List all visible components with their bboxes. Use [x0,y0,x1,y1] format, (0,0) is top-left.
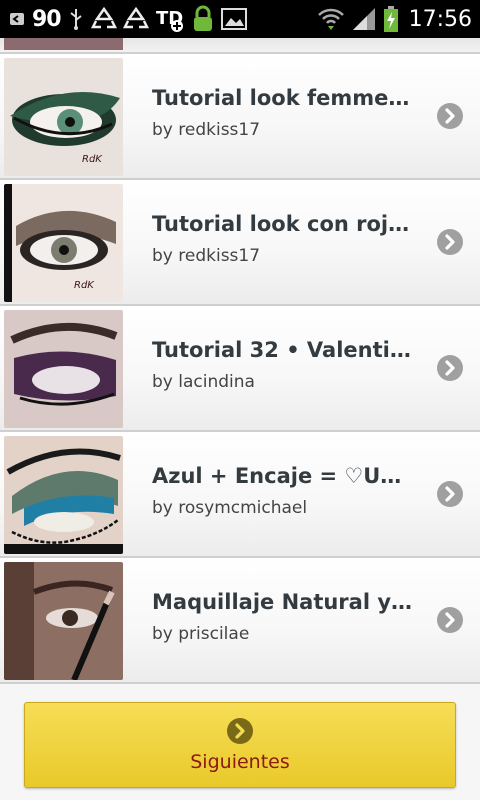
chevron-right-icon[interactable] [436,606,464,634]
td-plus-icon: TD [155,0,185,38]
lock-icon [191,0,215,38]
video-title: Tutorial look femme fatale [152,86,416,110]
svg-text:RdK: RdK [74,280,95,291]
video-thumbnail [4,38,123,50]
usb-icon [67,0,85,38]
chevron-right-icon[interactable] [436,354,464,382]
next-page-label: Siguientes [190,751,290,773]
video-thumbnail [4,562,123,680]
video-author: by priscilae [152,624,250,644]
chevron-right-icon[interactable] [436,102,464,130]
signal-icon [351,0,377,38]
level-indicator: 90 [32,6,62,32]
list-item[interactable]: RdK Tutorial look con rojizo by redkiss1… [0,180,480,306]
next-page-button[interactable]: Siguientes [24,702,456,788]
image-icon [220,0,247,38]
notification-icons: 90 TD [0,0,247,38]
video-title: Azul + Encaje = ♡Un toque [152,464,416,488]
chevron-right-icon[interactable] [436,480,464,508]
battery-charging-icon [383,0,399,38]
video-author: by redkiss17 [152,120,261,140]
video-author: by lacindina [152,372,255,392]
wifi-icon [317,0,345,38]
video-author: by rosymcmichael [152,498,308,518]
list-item[interactable]: Tutorial 32 • Valentine's Day by lacindi… [0,306,480,432]
chevron-right-icon [226,717,254,745]
clock: 17:56 [408,6,472,32]
video-author: by redkiss17 [152,246,261,266]
video-list: RdK Tutorial look femme fatale by redkis… [0,38,480,684]
list-item[interactable]: Azul + Encaje = ♡Un toque by rosymcmicha… [0,432,480,558]
chevron-right-icon[interactable] [436,228,464,256]
video-title: Tutorial look con rojizo [152,212,416,236]
list-item[interactable]: Maquillaje Natural y sencillo by priscil… [0,558,480,684]
recycle-icon [122,0,149,38]
status-bar: 90 TD 17:56 [0,0,480,38]
video-title: Tutorial 32 • Valentine's Day [152,338,416,362]
video-thumbnail: RdK [4,184,123,302]
system-icons: 17:56 [317,0,480,38]
video-thumbnail: RdK [4,58,123,176]
back-icon [8,0,26,38]
video-title: Maquillaje Natural y sencillo [152,590,416,614]
video-thumbnail [4,310,123,428]
svg-text:RdK: RdK [82,154,103,165]
pagination-area: Siguientes [0,684,480,800]
recycle-icon [90,0,117,38]
list-item[interactable]: RdK Tutorial look femme fatale by redkis… [0,54,480,180]
list-item[interactable] [0,38,480,54]
video-thumbnail [4,436,123,554]
